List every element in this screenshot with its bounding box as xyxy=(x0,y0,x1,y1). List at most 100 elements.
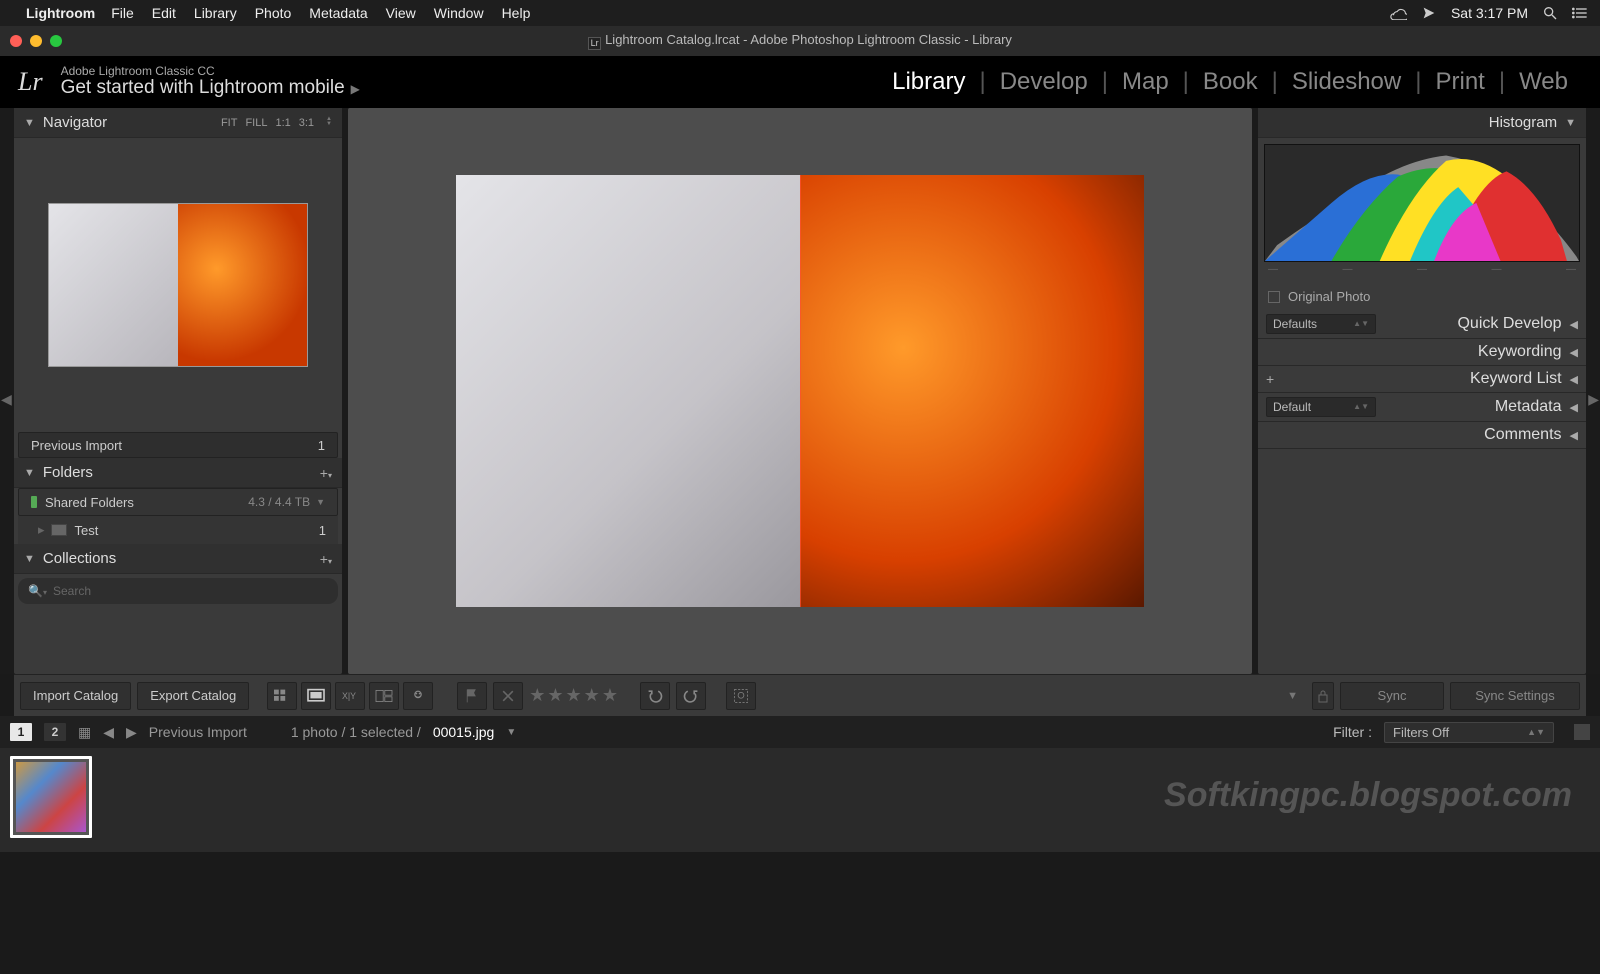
disclosure-icon: ▸ xyxy=(38,522,45,538)
window-titlebar: LrLightroom Catalog.lrcat - Adobe Photos… xyxy=(0,26,1600,56)
toolbar-expand-icon[interactable]: ▼ xyxy=(1287,690,1298,702)
survey-view-icon[interactable] xyxy=(369,682,399,710)
import-catalog-button[interactable]: Import Catalog xyxy=(20,682,131,710)
forward-icon[interactable]: ▶ xyxy=(126,724,137,741)
cc-icon[interactable] xyxy=(1389,6,1407,20)
menu-view[interactable]: View xyxy=(386,5,416,21)
module-develop[interactable]: Develop xyxy=(986,68,1102,96)
rating-stars[interactable]: ★★★★★ xyxy=(529,685,620,706)
quick-develop-header[interactable]: Quick Develop xyxy=(1376,315,1562,333)
grid-icon[interactable]: ▦ xyxy=(78,724,91,741)
add-collection-icon[interactable]: +▾ xyxy=(320,551,332,567)
filter-select[interactable]: Filters Off▲▼ xyxy=(1384,722,1554,743)
module-print[interactable]: Print xyxy=(1421,68,1498,96)
mobile-link[interactable]: Get started with Lightroom mobile▶ xyxy=(61,78,360,99)
app-name[interactable]: Lightroom xyxy=(26,5,95,21)
previous-import-row[interactable]: Previous Import 1 xyxy=(18,432,338,458)
chevron-down-icon[interactable]: ▼ xyxy=(316,497,325,507)
filter-lock-icon[interactable] xyxy=(1574,724,1590,740)
lock-icon[interactable] xyxy=(1312,682,1334,710)
previous-import-label: Previous Import xyxy=(31,438,122,453)
module-map[interactable]: Map xyxy=(1108,68,1183,96)
search-icon: 🔍▾ xyxy=(28,584,47,598)
zoom-button[interactable] xyxy=(50,35,62,47)
list-icon[interactable] xyxy=(1572,6,1588,20)
folders-header[interactable]: ▼ Folders +▾ xyxy=(14,458,342,488)
minimize-button[interactable] xyxy=(30,35,42,47)
doc-icon: Lr xyxy=(588,37,601,50)
rotate-ccw-icon[interactable] xyxy=(640,682,670,710)
sync-settings-button[interactable]: Sync Settings xyxy=(1450,682,1580,710)
menu-edit[interactable]: Edit xyxy=(152,5,176,21)
collapse-icon: ▼ xyxy=(24,117,35,129)
metadata-preset-select[interactable]: Default▲▼ xyxy=(1266,397,1376,417)
spotlight-icon[interactable] xyxy=(1542,5,1558,21)
lr-logo-icon: Lr xyxy=(18,67,43,97)
filmstrip[interactable]: Softkingpc.blogspot.com xyxy=(0,748,1600,852)
menu-window[interactable]: Window xyxy=(434,5,484,21)
people-view-icon[interactable] xyxy=(403,682,433,710)
watermark-text: Softkingpc.blogspot.com xyxy=(1164,776,1572,815)
source-label[interactable]: Previous Import xyxy=(149,724,247,740)
zoom-fit[interactable]: FIT xyxy=(221,117,238,129)
face-select-icon[interactable] xyxy=(726,682,756,710)
zoom-stepper[interactable]: ▲▼ xyxy=(326,117,332,129)
collections-header[interactable]: ▼ Collections +▾ xyxy=(14,544,342,574)
navigator-thumbnail[interactable] xyxy=(48,203,308,367)
filename-menu-icon[interactable]: ▼ xyxy=(506,727,516,738)
module-library[interactable]: Library xyxy=(878,68,979,96)
keywording-header[interactable]: Keywording xyxy=(1376,343,1562,361)
menubar-clock[interactable]: Sat 3:17 PM xyxy=(1451,5,1528,21)
preview-image xyxy=(456,175,1144,607)
folder-icon xyxy=(51,524,67,536)
expand-icon: ◀ xyxy=(1570,401,1578,414)
grid-view-icon[interactable] xyxy=(267,682,297,710)
filmstrip-thumbnail[interactable] xyxy=(10,756,92,838)
zoom-fill[interactable]: FILL xyxy=(245,117,267,129)
folder-row[interactable]: ▸ Test 1 xyxy=(18,516,338,544)
module-slideshow[interactable]: Slideshow xyxy=(1278,68,1415,96)
zoom-1-1[interactable]: 1:1 xyxy=(275,117,290,129)
menu-library[interactable]: Library xyxy=(194,5,237,21)
collections-search[interactable]: 🔍▾ Search xyxy=(18,578,338,604)
right-panel: Histogram ▼ ————— Original Photo xyxy=(1258,108,1586,674)
macos-menubar: Lightroom File Edit Library Photo Metada… xyxy=(0,0,1600,26)
left-panel-toggle-icon[interactable]: ◀ xyxy=(1,391,12,408)
histogram-display[interactable] xyxy=(1264,144,1580,262)
menu-file[interactable]: File xyxy=(111,5,134,21)
navigator-header[interactable]: ▼ Navigator FIT FILL 1:1 3:1 ▲▼ xyxy=(14,108,342,138)
collapse-icon: ▼ xyxy=(24,553,35,565)
rotate-cw-icon[interactable] xyxy=(676,682,706,710)
preset-select[interactable]: Defaults▲▼ xyxy=(1266,314,1376,334)
comments-header[interactable]: Comments xyxy=(1376,426,1562,444)
right-panel-toggle-icon[interactable]: ▶ xyxy=(1588,391,1599,408)
menu-metadata[interactable]: Metadata xyxy=(309,5,367,21)
main-display-button[interactable]: 1 xyxy=(10,723,32,741)
module-book[interactable]: Book xyxy=(1189,68,1272,96)
metadata-header[interactable]: Metadata xyxy=(1376,398,1562,416)
loupe-view[interactable] xyxy=(348,108,1252,674)
back-icon[interactable]: ◀ xyxy=(103,724,114,741)
zoom-3-1[interactable]: 3:1 xyxy=(299,117,314,129)
volume-row[interactable]: Shared Folders 4.3 / 4.4 TB ▼ xyxy=(18,488,338,516)
folder-label: Test xyxy=(75,523,99,538)
second-display-button[interactable]: 2 xyxy=(44,723,66,741)
flag-pick-icon[interactable] xyxy=(457,682,487,710)
header-row: Lr Adobe Lightroom Classic CC Get starte… xyxy=(0,56,1600,108)
compare-view-icon[interactable]: X|Y xyxy=(335,682,365,710)
module-web[interactable]: Web xyxy=(1505,68,1582,96)
export-catalog-button[interactable]: Export Catalog xyxy=(137,682,249,710)
sync-button[interactable]: Sync xyxy=(1340,682,1444,710)
add-keyword-icon[interactable]: + xyxy=(1266,371,1376,387)
histogram-header[interactable]: Histogram ▼ xyxy=(1258,108,1586,138)
loupe-view-icon[interactable] xyxy=(301,682,331,710)
flag-reject-icon[interactable] xyxy=(493,682,523,710)
original-photo-row[interactable]: Original Photo xyxy=(1258,283,1586,310)
notification-icon[interactable] xyxy=(1421,5,1437,21)
close-button[interactable] xyxy=(10,35,22,47)
keyword-list-header[interactable]: Keyword List xyxy=(1376,370,1562,388)
menu-photo[interactable]: Photo xyxy=(255,5,292,21)
menu-help[interactable]: Help xyxy=(502,5,531,21)
checkbox-icon[interactable] xyxy=(1268,291,1280,303)
add-folder-icon[interactable]: +▾ xyxy=(320,465,332,481)
